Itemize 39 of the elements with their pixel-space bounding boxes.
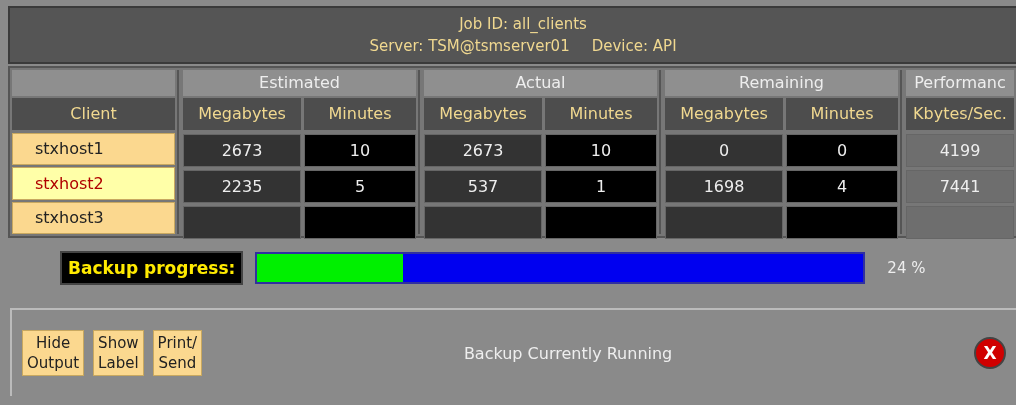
group-header: Performanc <box>906 70 1014 96</box>
action-button[interactable]: Hide Output <box>22 330 85 376</box>
table-cell: 2673 <box>183 134 301 167</box>
table-cell: 1 <box>545 170 657 203</box>
column-header: Minutes <box>786 98 898 130</box>
column-header: Kbytes/Sec. <box>906 98 1014 130</box>
progress-percent: 24 % <box>887 259 926 277</box>
group-header: Estimated <box>183 70 416 96</box>
action-button[interactable]: Show Label <box>93 330 144 376</box>
device-label: Device: API <box>591 36 677 57</box>
table-cell: 5 <box>304 170 416 203</box>
group-header: Remaining <box>665 70 898 96</box>
column-header: Client <box>12 97 175 130</box>
job-id-label: Job ID: all_clients <box>459 14 587 35</box>
client-button[interactable]: stxhost1 <box>12 132 175 166</box>
column-header: Megabytes <box>424 98 542 130</box>
table-cell: 4 <box>786 170 898 203</box>
table-cell: 7441 <box>906 170 1014 203</box>
table-cell: 0 <box>665 134 783 167</box>
table-cell: 0 <box>786 134 898 167</box>
table-cell: 10 <box>304 134 416 167</box>
column-header: Minutes <box>545 98 657 130</box>
close-button[interactable]: X <box>974 337 1006 369</box>
table-cell: 2673 <box>424 134 542 167</box>
client-button[interactable]: stxhost2 <box>12 167 175 200</box>
table-cell: 4199 <box>906 134 1014 167</box>
column-header: Megabytes <box>665 98 783 130</box>
progress-label: Backup progress: <box>60 251 244 285</box>
column-header: Minutes <box>304 98 416 130</box>
table-cell: 537 <box>424 170 542 203</box>
group-header: Actual <box>424 70 657 96</box>
table-cell: 10 <box>545 134 657 167</box>
action-button[interactable]: Print/ Send <box>152 330 203 376</box>
status-text: Backup Currently Running <box>462 343 674 363</box>
table-cell: 2235 <box>183 170 301 203</box>
client-button[interactable]: stxhost3 <box>12 201 175 234</box>
table-cell: 1698 <box>665 170 783 203</box>
server-label: Server: TSM@tsmserver01 <box>369 36 570 57</box>
column-header: Megabytes <box>183 98 301 130</box>
